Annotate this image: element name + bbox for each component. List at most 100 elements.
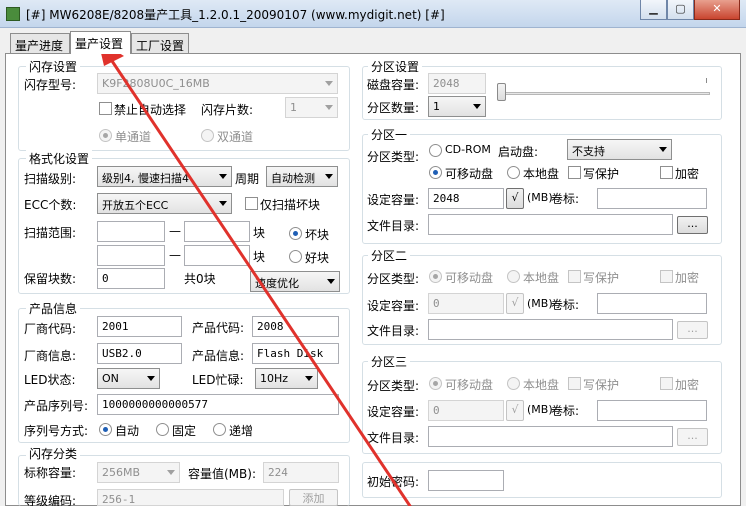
chevron-down-icon [473, 104, 481, 109]
initial-password-label: 初始密码: [367, 475, 420, 489]
p2-local-radio[interactable] [507, 270, 520, 283]
dual-channel-label: 双通道 [217, 130, 254, 144]
classify-group-title: 闪存分类 [26, 445, 81, 462]
scan-range-start-input[interactable] [97, 221, 165, 242]
good-block-radio[interactable] [289, 250, 302, 263]
maximize-icon: ▢ [675, 2, 686, 15]
p2-volume-input[interactable] [597, 293, 707, 314]
serial-number-input[interactable]: 1000000000000577 [97, 394, 339, 415]
disk-capacity-label: 磁盘容量: [367, 78, 420, 92]
serial-fixed-radio[interactable] [156, 423, 169, 436]
disable-auto-select-label: 禁止自动选择 [114, 103, 187, 117]
p1-removable-radio[interactable] [429, 166, 442, 179]
p3-volume-input[interactable] [597, 400, 707, 421]
p2-capacity-label: 设定容量: [367, 299, 420, 313]
tab-progress[interactable]: 量产进度 [10, 33, 70, 53]
p1-browse-button[interactable]: ... [677, 216, 708, 234]
p1-encrypt-checkbox[interactable] [660, 166, 673, 179]
p2-confirm-capacity-button[interactable]: √ [506, 293, 524, 314]
chip-count-select[interactable]: 1 [285, 97, 338, 118]
maximize-button[interactable]: ▢ [667, 0, 694, 20]
p3-local-radio[interactable] [507, 377, 520, 390]
p2-unit-label: (MB) [527, 297, 553, 310]
tab-label: 量产进度 [15, 39, 64, 53]
p2-write-protect-checkbox[interactable] [568, 270, 581, 283]
button-label: ... [687, 322, 698, 335]
p3-capacity-input[interactable]: 0 [428, 400, 504, 421]
capacity-value-input[interactable]: 224 [263, 462, 339, 483]
p2-encrypt-checkbox[interactable] [660, 270, 673, 283]
p3-local-label: 本地盘 [523, 378, 560, 392]
vendor-code-input[interactable]: 2001 [97, 316, 182, 337]
speed-select[interactable]: 速度优化 [250, 271, 340, 292]
input-value: 2048 [433, 192, 460, 205]
partition-slider-track[interactable] [497, 92, 710, 95]
serial-auto-radio[interactable] [99, 423, 112, 436]
scan-bad-only-checkbox[interactable] [245, 197, 258, 210]
p1-write-protect-checkbox[interactable] [568, 166, 581, 179]
dual-channel-radio[interactable] [201, 129, 214, 142]
p3-dir-label: 文件目录: [367, 431, 420, 445]
p3-browse-button[interactable]: ... [677, 428, 708, 446]
cycle-select[interactable]: 自动检测 [266, 166, 338, 187]
ecc-select[interactable]: 开放五个ECC [97, 193, 232, 214]
bad-block-label: 坏块 [305, 228, 330, 242]
p3-confirm-capacity-button[interactable]: √ [506, 400, 524, 421]
p1-dir-input[interactable] [428, 214, 673, 235]
p3-dir-input[interactable] [428, 426, 673, 447]
led-state-select[interactable]: ON [97, 368, 160, 389]
vendor-info-input[interactable]: USB2.0 [97, 343, 182, 364]
bad-block-radio[interactable] [289, 227, 302, 240]
p2-browse-button[interactable]: ... [677, 321, 708, 339]
product-info-input[interactable]: Flash Disk [252, 343, 339, 364]
serial-mode-label: 序列号方式: [24, 424, 89, 438]
nominal-capacity-select[interactable]: 256MB [97, 462, 180, 483]
scan-range-end-input[interactable] [184, 221, 250, 242]
scan-range-end-input-2[interactable] [184, 245, 250, 266]
scan-level-select[interactable]: 级别4, 慢速扫描4 [97, 166, 232, 187]
p1-local-radio[interactable] [507, 166, 520, 179]
p3-write-protect-checkbox[interactable] [568, 377, 581, 390]
p1-removable-label: 可移动盘 [445, 167, 494, 181]
p1-confirm-capacity-button[interactable]: √ [506, 188, 524, 209]
p1-cdrom-radio[interactable] [429, 144, 442, 157]
serial-inc-radio[interactable] [213, 423, 226, 436]
product-code-input[interactable]: 2008 [252, 316, 339, 337]
p2-capacity-input[interactable]: 0 [428, 293, 504, 314]
disk-capacity-input[interactable]: 2048 [428, 73, 486, 94]
p3-removable-radio[interactable] [429, 377, 442, 390]
tab-settings[interactable]: 量产设置 [70, 31, 131, 54]
select-value: 256MB [102, 466, 141, 479]
grade-code-input[interactable]: 256-1 [97, 489, 284, 506]
disable-auto-select-checkbox[interactable] [99, 102, 112, 115]
single-channel-radio[interactable] [99, 129, 112, 142]
led-busy-select[interactable]: 10Hz [255, 368, 318, 389]
p1-volume-input[interactable] [597, 188, 707, 209]
input-value: 224 [268, 466, 288, 479]
close-button[interactable]: ✕ [694, 0, 740, 20]
initial-password-input[interactable] [428, 470, 504, 491]
title-bar[interactable]: [#] MW6208E/8208量产工具_1.2.0.1_20090107 (w… [0, 0, 746, 28]
p1-capacity-input[interactable]: 2048 [428, 188, 504, 209]
flash-model-label: 闪存型号: [24, 78, 77, 92]
flash-model-select[interactable]: K9F2808U0C_16MB [97, 73, 338, 94]
chevron-down-icon [327, 279, 335, 284]
single-channel-label: 单通道 [115, 130, 152, 144]
reserved-blocks-input[interactable]: 0 [97, 268, 165, 289]
p2-dir-input[interactable] [428, 319, 673, 340]
p3-encrypt-label: 加密 [675, 378, 700, 392]
p2-removable-radio[interactable] [429, 270, 442, 283]
tab-factory[interactable]: 工厂设置 [131, 33, 189, 53]
p3-encrypt-checkbox[interactable] [660, 377, 673, 390]
minimize-button[interactable]: ▁ [640, 0, 667, 20]
select-value: 10Hz [260, 372, 289, 385]
scan-range-start-input-2[interactable] [97, 245, 165, 266]
partition-count-select[interactable]: 1 [428, 96, 486, 117]
chevron-down-icon [325, 105, 333, 110]
partition-slider-thumb[interactable] [497, 83, 506, 101]
chip-count-label: 闪存片数: [201, 103, 254, 117]
p2-type-label: 分区类型: [367, 272, 420, 286]
select-value: ON [102, 372, 119, 385]
add-button[interactable]: 添加 [289, 489, 338, 506]
p1-boot-select[interactable]: 不支持 [567, 139, 672, 160]
